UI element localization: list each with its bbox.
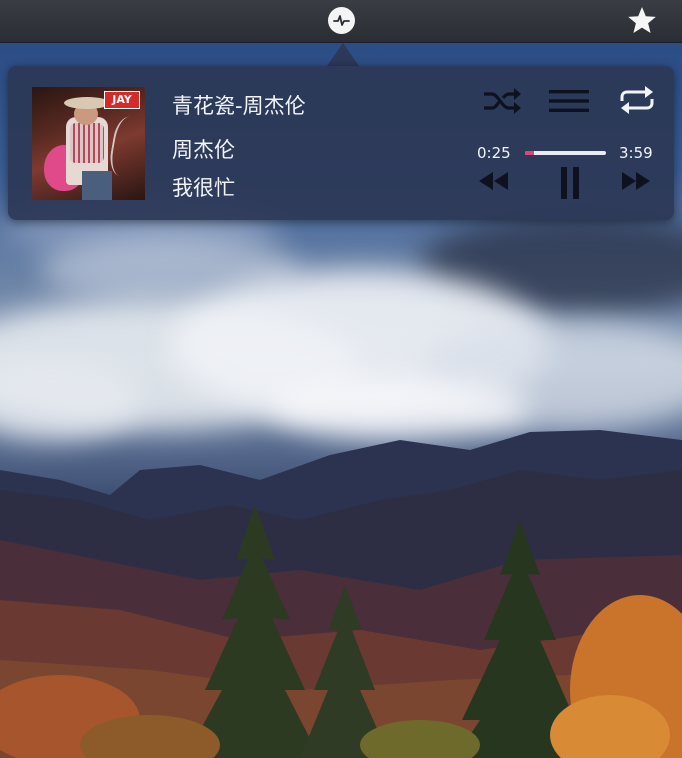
rewind-icon: [479, 172, 508, 190]
shuffle-button[interactable]: [482, 87, 522, 119]
time-total: 3:59: [619, 144, 653, 162]
progress-bar[interactable]: [525, 151, 606, 155]
star-icon[interactable]: [627, 6, 657, 39]
cover-jeans: [82, 171, 112, 200]
repeat-button[interactable]: [618, 85, 656, 119]
list-icon: [549, 90, 589, 112]
pause-button[interactable]: [559, 166, 583, 204]
fast-forward-button[interactable]: [620, 170, 652, 196]
music-player-popover: JAY 青花瓷-周杰伦 周杰伦 我很忙 0:25 3:59: [8, 66, 674, 220]
playlist-button[interactable]: [548, 87, 590, 119]
album-badge: JAY: [104, 91, 140, 109]
rewind-button[interactable]: [478, 170, 510, 196]
progress-fill: [525, 151, 534, 155]
time-elapsed: 0:25: [477, 144, 511, 162]
track-artist: 周杰伦: [172, 138, 235, 162]
waveform-icon[interactable]: [328, 7, 355, 34]
cover-signature: [107, 114, 145, 180]
fast-forward-icon: [622, 172, 650, 190]
menu-bar: [0, 0, 682, 43]
track-title: 青花瓷-周杰伦: [172, 94, 306, 118]
cover-shirt: [70, 123, 104, 163]
shuffle-icon: [484, 88, 521, 114]
popover-arrow: [327, 43, 359, 66]
repeat-icon: [620, 86, 654, 114]
pause-icon: [561, 167, 579, 199]
track-album: 我很忙: [172, 176, 235, 200]
album-cover[interactable]: JAY: [32, 87, 145, 200]
